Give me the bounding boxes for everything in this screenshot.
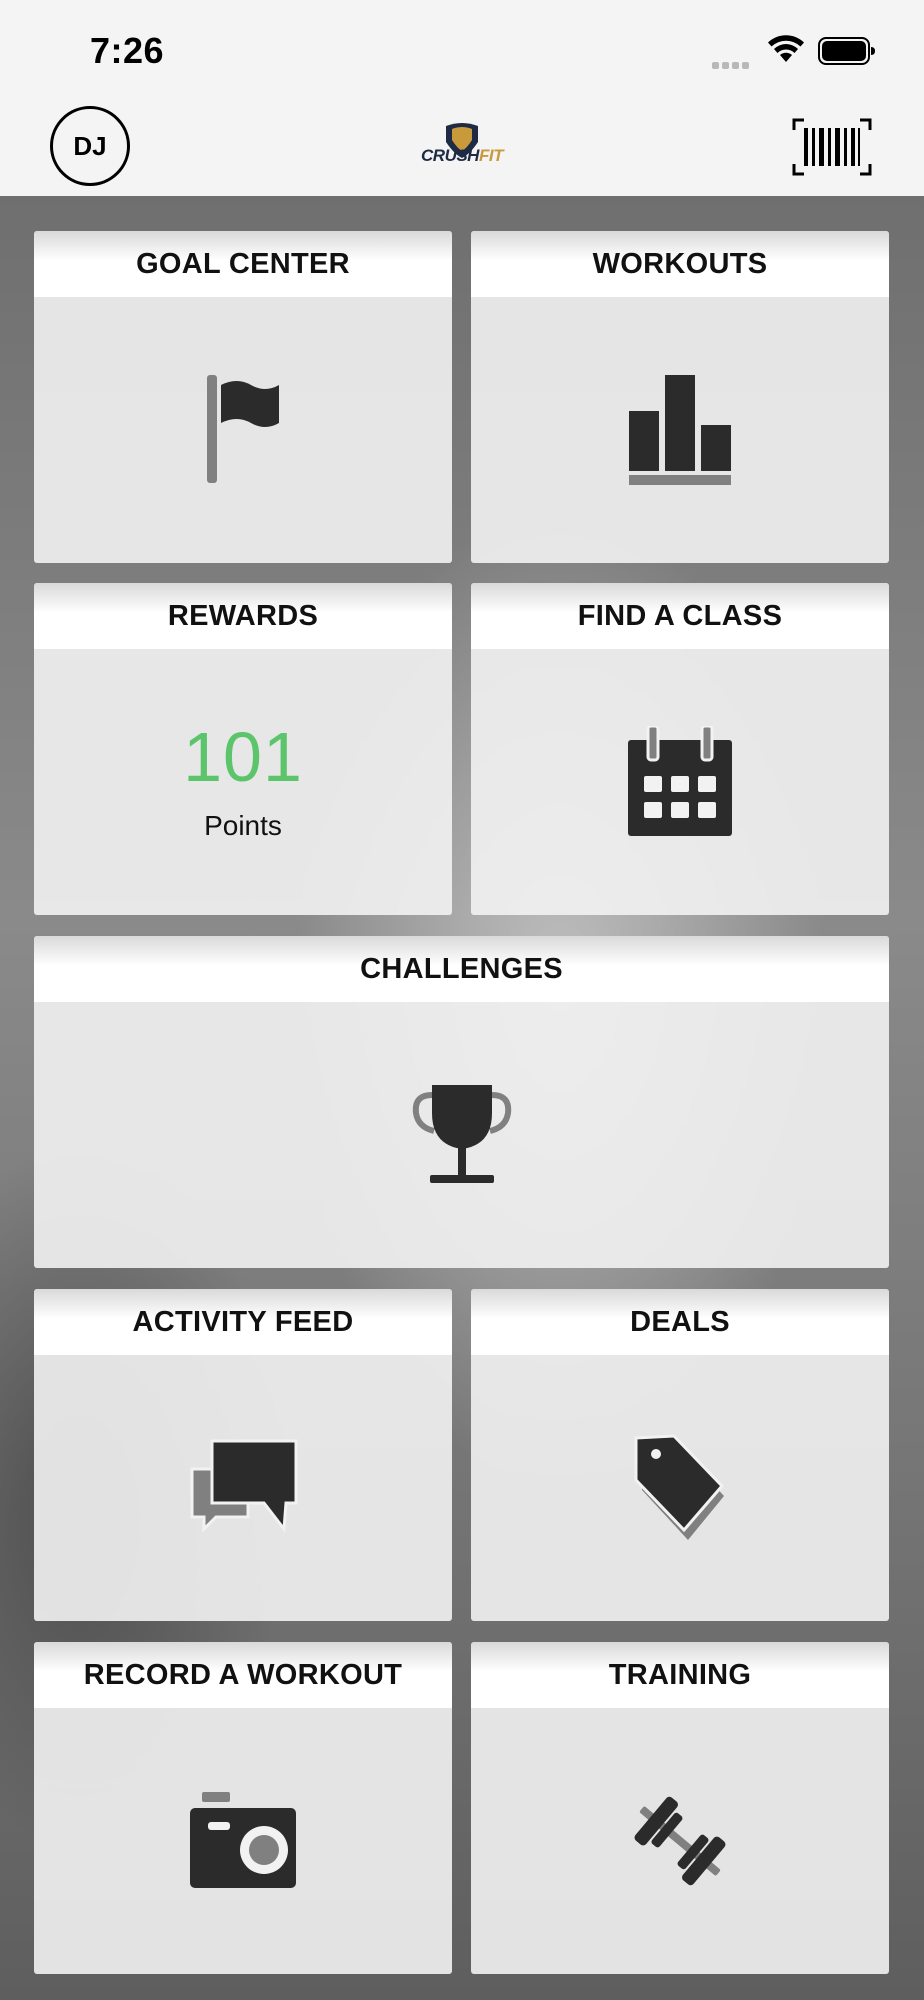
logo-text-crush: CRUSH	[421, 146, 479, 165]
profile-avatar-button[interactable]: DJ	[50, 106, 130, 186]
tile-title: GOAL CENTER	[136, 247, 350, 280]
tile-title: FIND A CLASS	[577, 599, 783, 632]
status-time: 7:26	[90, 30, 165, 71]
tile-title: WORKOUTS	[592, 247, 768, 280]
tile-workouts[interactable]: WORKOUTS	[471, 231, 889, 563]
tile-challenges[interactable]: CHALLENGES	[34, 936, 889, 1268]
chat-bubbles-icon	[190, 1439, 298, 1534]
camera-icon	[190, 1792, 296, 1888]
bar-chart-icon	[629, 375, 731, 485]
rewards-points-value: 101	[183, 718, 303, 796]
tile-title: CHALLENGES	[360, 952, 563, 985]
logo-text-fit: FIT	[478, 146, 504, 165]
tag-icon	[634, 1434, 725, 1540]
flag-icon	[207, 375, 279, 483]
dumbbell-icon	[634, 1796, 726, 1886]
tile-deals[interactable]: DEALS	[471, 1289, 889, 1621]
app-header: DJ CRUSHFIT	[0, 100, 924, 196]
tile-training[interactable]: TRAINING	[471, 1642, 889, 1974]
tile-goal-center[interactable]: GOAL CENTER	[34, 231, 452, 563]
tile-title: TRAINING	[608, 1658, 752, 1691]
crushfit-logo: CRUSHFIT	[410, 120, 514, 180]
tile-find-a-class[interactable]: FIND A CLASS	[471, 583, 889, 915]
trophy-icon	[412, 1085, 511, 1183]
battery-icon	[818, 37, 875, 65]
tile-title: RECORD A WORKOUT	[83, 1658, 403, 1691]
wifi-icon	[768, 35, 804, 62]
tile-rewards[interactable]: REWARDS 101 Points	[34, 583, 452, 915]
cellular-signal-icon	[712, 56, 752, 74]
calendar-icon	[628, 726, 732, 836]
tile-title: REWARDS	[167, 599, 319, 632]
barcode-scan-icon[interactable]	[790, 116, 874, 178]
status-bar: 7:26	[0, 0, 924, 100]
rewards-points-label: Points	[204, 810, 282, 841]
tile-title: DEALS	[630, 1305, 730, 1338]
tile-record-a-workout[interactable]: RECORD A WORKOUT	[34, 1642, 452, 1974]
tile-title: ACTIVITY FEED	[132, 1305, 354, 1338]
tile-activity-feed[interactable]: ACTIVITY FEED	[34, 1289, 452, 1621]
